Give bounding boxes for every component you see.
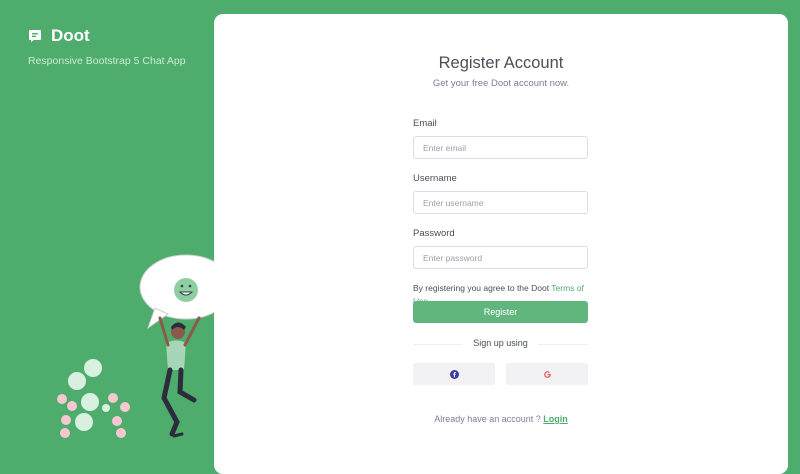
signup-divider: Sign up using [413, 338, 588, 350]
email-label: Email [413, 118, 437, 129]
brand: Doot Responsive Bootstrap 5 Chat App [28, 26, 186, 67]
already-text: Already have an account ? [434, 414, 544, 424]
register-form: Email Username Password By registering y… [413, 118, 588, 307]
page-title: Register Account [438, 54, 564, 72]
smiley-face-icon [174, 278, 198, 302]
google-icon [543, 370, 551, 378]
register-button[interactable]: Register [413, 301, 588, 323]
signup-using-label: Sign up using [473, 338, 528, 348]
facebook-signup-button[interactable] [413, 363, 495, 385]
username-field[interactable] [413, 191, 588, 214]
divider-line-right [538, 344, 588, 345]
page-subtitle: Get your free Doot account now. [432, 78, 570, 89]
email-field[interactable] [413, 136, 588, 159]
facebook-icon [449, 369, 459, 379]
login-prompt: Already have an account ? Login [214, 414, 788, 424]
password-label: Password [413, 228, 455, 239]
person-figure [158, 316, 201, 438]
terms-prefix: By registering you agree to the Doot [413, 283, 552, 293]
register-card: Register Account Get your free Doot acco… [214, 14, 788, 474]
username-label: Username [413, 173, 457, 184]
brand-tagline: Responsive Bootstrap 5 Chat App [28, 55, 186, 67]
chat-bubble-icon [29, 30, 41, 42]
brand-name: Doot [51, 26, 90, 45]
password-field[interactable] [413, 246, 588, 269]
google-signup-button[interactable] [506, 363, 588, 385]
login-link[interactable]: Login [543, 414, 568, 424]
